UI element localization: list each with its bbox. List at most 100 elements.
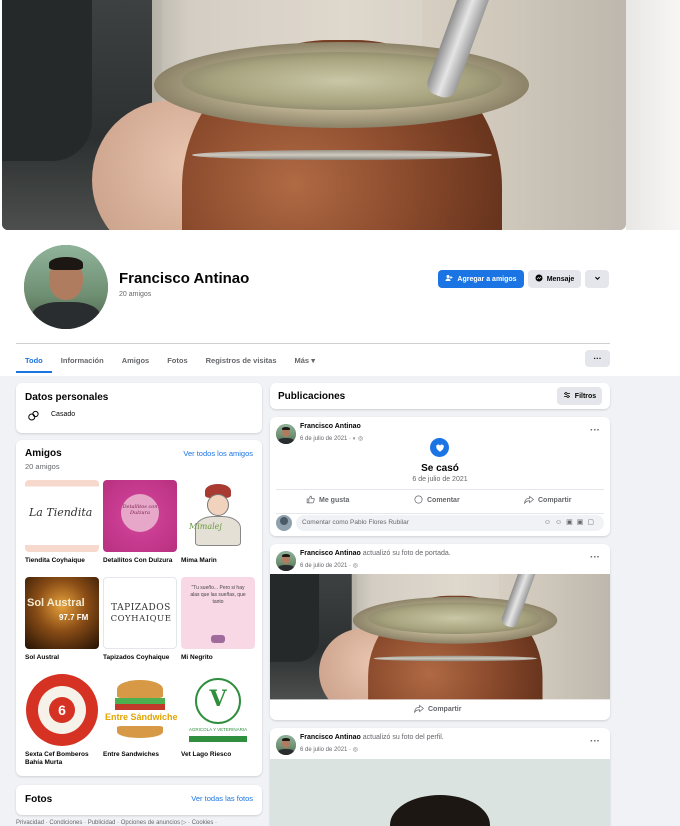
friend-name[interactable]: Tapizados Coyhaique (103, 654, 177, 662)
post-photo[interactable] (270, 574, 610, 700)
see-all-friends-link[interactable]: Ver todos los amigos (183, 449, 253, 458)
post-options-icon[interactable]: ··· (590, 425, 600, 436)
comment-label: Comentar (427, 497, 460, 504)
comment-button[interactable]: Comentar (414, 495, 460, 506)
comment-emoji-icons[interactable]: ☺☺▣▣▢ (544, 518, 598, 526)
comment-icon (414, 495, 423, 506)
friend-photo-text: "Tu sueño... Pero si hay alas que las su… (190, 585, 246, 605)
profile-options-button[interactable] (585, 270, 609, 288)
friend-name[interactable]: Mima Marin (181, 557, 255, 565)
header-divider (16, 343, 610, 344)
current-user-avatar[interactable] (276, 515, 292, 531)
privacy-icon: ◎ (352, 563, 358, 569)
profile-friends-count[interactable]: 20 amigos (119, 291, 151, 298)
friend-photo-subtext: COYHAIQUE (110, 614, 172, 624)
see-all-photos-link[interactable]: Ver todas las fotos (191, 794, 253, 803)
friend-tile[interactable]: "Tu sueño... Pero si hay alas que las su… (181, 577, 255, 662)
photos-title: Fotos (25, 794, 53, 805)
post-options-icon[interactable]: ··· (590, 736, 600, 747)
message-button[interactable]: Mensaje (528, 270, 581, 288)
friend-photo[interactable]: TAPIZADOS COYHAIQUE (103, 577, 177, 649)
post-card: Francisco Antinao actualizó su foto de p… (270, 544, 610, 720)
filter-icon (563, 391, 571, 401)
add-friend-label: Agregar a amigos (457, 275, 517, 283)
friend-name[interactable]: Detallitos Con Dulzura (103, 557, 177, 565)
post-date[interactable]: 6 de julio de 2021 · (300, 436, 351, 442)
post-author-avatar[interactable] (276, 424, 296, 444)
photos-card: Fotos Ver todas las fotos (16, 785, 262, 815)
friend-photo-text: 6 (49, 697, 75, 723)
footer-links[interactable]: Privacidad · Condiciones · Publicidad · … (16, 819, 217, 826)
friend-tile[interactable]: La Tiendita Tiendita Coyhaique (25, 480, 99, 565)
ellipsis-icon: ··· (593, 354, 602, 363)
tab-informacion[interactable]: Información (52, 350, 113, 373)
tab-registros-de-visitas[interactable]: Registros de visitas (197, 350, 286, 373)
friend-name[interactable]: Vet Lago Riesco (181, 751, 255, 759)
post-author-name[interactable]: Francisco Antinao (300, 550, 361, 557)
cover-side-strip (626, 0, 680, 230)
friend-name[interactable]: Sexta Cef Bomberos Bahía Murta (25, 751, 99, 767)
friend-tile[interactable]: Entre Sándwiches Entre Sandwiches (103, 674, 177, 759)
friend-tile[interactable]: Mimalej Mima Marin (181, 480, 255, 565)
life-event-title: Se casó (421, 463, 459, 474)
heart-icon (430, 438, 449, 457)
friend-name[interactable]: Tiendita Coyhaique (25, 557, 99, 565)
friend-name[interactable]: Sol Austral (25, 654, 99, 662)
friend-photo[interactable]: V AGRICOLA Y VETERINARIA (181, 674, 255, 746)
friend-name[interactable]: Entre Sandwiches (103, 751, 177, 759)
friend-photo-text: V (209, 686, 227, 712)
tab-fotos[interactable]: Fotos (158, 350, 196, 373)
friend-photo[interactable]: 6 (25, 674, 99, 746)
friend-tile[interactable]: Sol Austral 97.7 FM Sol Austral (25, 577, 99, 662)
friend-photo-text: La Tiendita (29, 506, 93, 519)
tab-todo[interactable]: Todo (16, 350, 52, 373)
post-date[interactable]: 6 de julio de 2021 · (300, 563, 351, 569)
share-icon (414, 704, 424, 715)
friend-photo[interactable]: La Tiendita (25, 480, 99, 552)
friend-name[interactable]: Mi Negrito (181, 654, 255, 662)
share-button[interactable]: Compartir (524, 495, 571, 506)
friend-photo[interactable]: "Tu sueño... Pero si hay alas que las su… (181, 577, 255, 649)
thumbs-up-icon (306, 495, 315, 506)
comment-input[interactable]: Comentar como Pablo Flores Rubilar ☺☺▣▣▢ (296, 515, 604, 531)
tab-amigos[interactable]: Amigos (113, 350, 159, 373)
friend-tile[interactable]: V AGRICOLA Y VETERINARIA Vet Lago Riesco (181, 674, 255, 759)
friend-photo-text: Detallitos con Dulzura (122, 504, 158, 516)
post-author-avatar[interactable] (276, 551, 296, 571)
like-button[interactable]: Me gusta (306, 495, 349, 506)
friend-photo-subtext: 97.7 FM (59, 613, 89, 622)
post-author-name[interactable]: Francisco Antinao (300, 734, 361, 741)
friend-photo[interactable]: Entre Sándwiches (103, 674, 177, 746)
post-photo[interactable] (270, 759, 610, 826)
post-action-text: actualizó su foto de portada. (362, 550, 451, 557)
filters-button[interactable]: Filtros (557, 387, 602, 405)
friend-tile[interactable]: Detallitos con Dulzura Detallitos Con Du… (103, 480, 177, 565)
post-options-icon[interactable]: ··· (590, 552, 600, 563)
add-friend-button[interactable]: Agregar a amigos (438, 270, 524, 288)
like-label: Me gusta (319, 497, 350, 504)
friend-photo-text: TAPIZADOS (111, 603, 171, 613)
friend-photo[interactable]: Mimalej (181, 480, 255, 552)
friend-photo[interactable]: Detallitos con Dulzura (103, 480, 177, 552)
cover-photo[interactable] (2, 0, 626, 230)
friend-photo-text: Mimalej (189, 522, 222, 531)
post-author-avatar[interactable] (276, 735, 296, 755)
share-button[interactable]: Compartir (414, 704, 461, 715)
friends-count: 20 amigos (25, 462, 60, 471)
profile-avatar[interactable] (22, 243, 110, 331)
message-label: Mensaje (546, 275, 575, 283)
friend-photo[interactable]: Sol Austral 97.7 FM (25, 577, 99, 649)
comment-placeholder: Comentar como Pablo Flores Rubilar (302, 519, 409, 526)
chevron-down-icon (594, 275, 601, 284)
filters-label: Filtros (574, 392, 597, 400)
personal-info-title: Datos personales (25, 392, 109, 403)
privacy-icon: ◎ (352, 747, 358, 753)
friend-tile[interactable]: TAPIZADOS COYHAIQUE Tapizados Coyhaique (103, 577, 177, 662)
friend-tile[interactable]: 6 Sexta Cef Bomberos Bahía Murta (25, 674, 99, 767)
messenger-icon (535, 274, 543, 284)
post-author-name[interactable]: Francisco Antinao (300, 423, 361, 430)
more-options-button[interactable]: ··· (585, 350, 610, 367)
marital-status: Casado (51, 411, 76, 418)
post-date[interactable]: 6 de julio de 2021 · (300, 747, 351, 753)
tab-mas[interactable]: Más ▾ (286, 350, 324, 373)
